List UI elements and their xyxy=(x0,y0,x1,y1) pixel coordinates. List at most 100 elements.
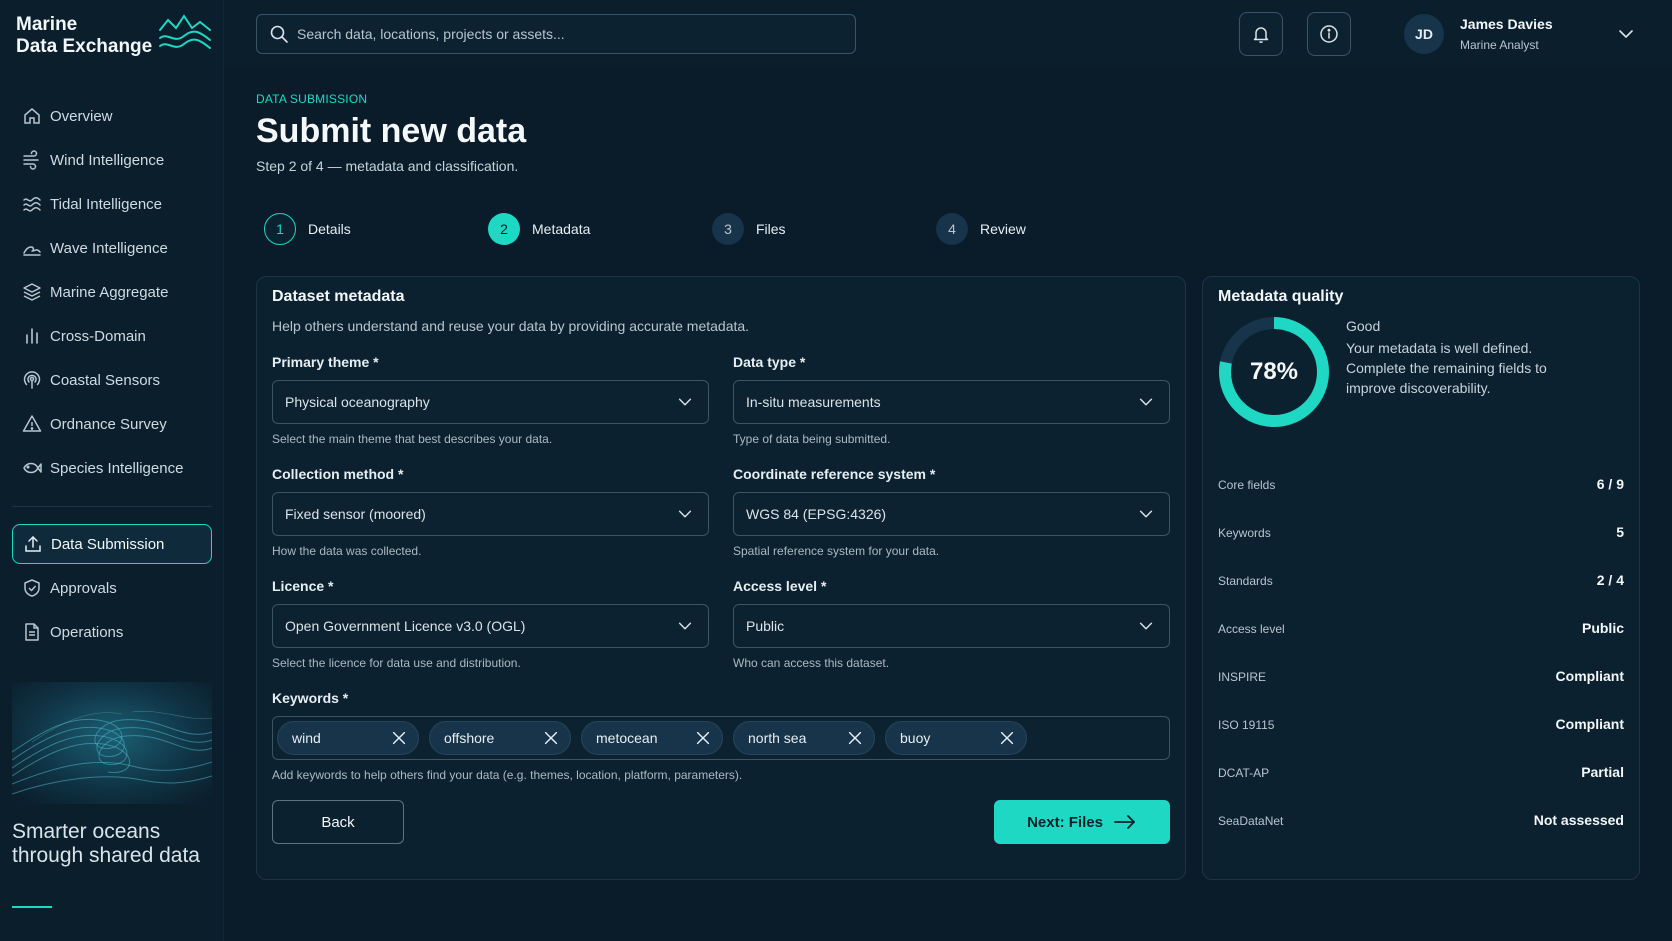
metric-row: DCAT-AP Partial xyxy=(1218,752,1624,800)
next-button[interactable]: Next: Files xyxy=(994,800,1170,844)
select-value: Fixed sensor (moored) xyxy=(285,506,426,522)
data-type-select[interactable]: In-situ measurements xyxy=(733,380,1170,424)
metric-label: Standards xyxy=(1218,574,1273,588)
collection-method-select[interactable]: Fixed sensor (moored) xyxy=(272,492,709,536)
metric-row: ISO 19115 Compliant xyxy=(1218,704,1624,752)
sidebar-item-label: Wave Intelligence xyxy=(50,239,168,257)
ocean-wave-image xyxy=(12,682,212,804)
step-label: Metadata xyxy=(532,221,591,237)
sidebar-item-ordnance-survey[interactable]: Ordnance Survey xyxy=(12,404,212,444)
sidebar-item-overview[interactable]: Overview xyxy=(12,96,212,136)
close-icon[interactable] xyxy=(390,729,408,747)
access-level-help: Who can access this dataset. xyxy=(733,656,890,670)
sidebar-item-label: Operations xyxy=(50,623,124,641)
sidebar: Marine Data Exchange Overview Wind Intel… xyxy=(0,0,224,941)
select-value: In-situ measurements xyxy=(746,394,881,410)
licence-help: Select the licence for data use and dist… xyxy=(272,656,521,670)
close-icon[interactable] xyxy=(542,729,560,747)
sidebar-item-coastal-sensors[interactable]: Coastal Sensors xyxy=(12,360,212,400)
step-label: Details xyxy=(308,221,351,237)
step-number: 2 xyxy=(488,213,520,245)
step-number: 4 xyxy=(936,213,968,245)
sidebar-item-label: Cross-Domain xyxy=(50,327,146,345)
notifications-button[interactable] xyxy=(1239,12,1283,56)
sidebar-item-marine-aggregate[interactable]: Marine Aggregate xyxy=(12,272,212,312)
card-title: Dataset metadata xyxy=(272,288,405,305)
sidebar-item-wave-intelligence[interactable]: Wave Intelligence xyxy=(12,228,212,268)
select-value: Public xyxy=(746,618,785,634)
chevron-down-icon xyxy=(678,398,692,406)
search-bar[interactable] xyxy=(256,14,856,54)
page-title: Submit new data xyxy=(256,112,527,150)
sidebar-item-label: Approvals xyxy=(50,579,117,597)
brand[interactable]: Marine Data Exchange xyxy=(16,14,216,60)
step-metadata[interactable]: 2 Metadata xyxy=(488,212,590,246)
info-button[interactable] xyxy=(1307,12,1351,56)
crs-help: Spatial reference system for your data. xyxy=(733,544,940,558)
avatar[interactable]: JD xyxy=(1404,14,1444,54)
metric-row: Keywords 5 xyxy=(1218,512,1624,560)
access-level-select[interactable]: Public xyxy=(733,604,1170,648)
user-name[interactable]: James Davies xyxy=(1460,16,1553,32)
chevron-down-icon xyxy=(678,622,692,630)
sidebar-tagline: Smarter oceans through shared data xyxy=(12,820,200,867)
upload-icon xyxy=(25,535,41,552)
primary-theme-select[interactable]: Physical oceanography xyxy=(272,380,709,424)
close-icon[interactable] xyxy=(846,729,864,747)
quality-message: Your metadata is well defined. Complete … xyxy=(1346,340,1547,396)
close-icon[interactable] xyxy=(694,729,712,747)
quality-score: 78% xyxy=(1249,358,1299,385)
keywords-label: Keywords * xyxy=(272,690,349,706)
collection-method-help: How the data was collected. xyxy=(272,544,422,558)
sidebar-item-operations[interactable]: Operations xyxy=(12,612,212,652)
sidebar-item-species-intelligence[interactable]: Species Intelligence xyxy=(12,448,212,488)
sidebar-item-label: Marine Aggregate xyxy=(50,283,169,301)
metric-value: Partial xyxy=(1581,764,1624,780)
sidebar-item-cross-domain[interactable]: Cross-Domain xyxy=(12,316,212,356)
crs-select[interactable]: WGS 84 (EPSG:4326) xyxy=(733,492,1170,536)
quality-metrics: Core fields 6 / 9 Keywords 5 Standards 2… xyxy=(1218,464,1624,848)
keywords-input[interactable]: wind offshore metocean north sea buoy xyxy=(272,716,1170,760)
search-input[interactable] xyxy=(297,26,837,42)
back-button[interactable]: Back xyxy=(272,800,404,844)
sidebar-item-label: Data Submission xyxy=(51,535,165,553)
metric-value: 2 / 4 xyxy=(1596,572,1624,588)
metric-row: Core fields 6 / 9 xyxy=(1218,464,1624,512)
sidebar-item-tidal-intelligence[interactable]: Tidal Intelligence xyxy=(12,184,212,224)
quality-title: Metadata quality xyxy=(1218,288,1344,305)
bar-chart-icon xyxy=(26,328,38,344)
step-files[interactable]: 3 Files xyxy=(712,212,786,246)
breadcrumb[interactable]: DATA SUBMISSION xyxy=(256,92,367,106)
metric-label: Keywords xyxy=(1218,526,1271,540)
metric-row: Standards 2 / 4 xyxy=(1218,560,1624,608)
licence-select[interactable]: Open Government Licence v3.0 (OGL) xyxy=(272,604,709,648)
sidebar-item-wind-intelligence[interactable]: Wind Intelligence xyxy=(12,140,212,180)
layers-icon xyxy=(23,283,41,301)
select-value: WGS 84 (EPSG:4326) xyxy=(746,506,887,522)
step-details[interactable]: 1 Details xyxy=(264,212,351,246)
nav-divider xyxy=(12,506,212,507)
secondary-nav: Data Submission Approvals Operations xyxy=(12,524,212,656)
sidebar-item-data-submission[interactable]: Data Submission xyxy=(12,524,212,564)
keywords-help: Add keywords to help others find your da… xyxy=(272,768,743,782)
select-value: Open Government Licence v3.0 (OGL) xyxy=(285,618,526,634)
close-icon[interactable] xyxy=(998,729,1016,747)
chevron-down-icon[interactable] xyxy=(1616,24,1636,44)
chevron-down-icon xyxy=(1139,510,1153,518)
sidebar-item-approvals[interactable]: Approvals xyxy=(12,568,212,608)
sidebar-item-label: Wind Intelligence xyxy=(50,151,165,169)
keyword-text: buoy xyxy=(900,730,931,746)
metric-row: SeaDataNet Not assessed xyxy=(1218,800,1624,848)
keyword-chip: buoy xyxy=(885,721,1027,755)
sidebar-item-label: Ordnance Survey xyxy=(50,415,167,433)
wave-icon xyxy=(23,246,41,256)
metric-row: INSPIRE Compliant xyxy=(1218,656,1624,704)
keyword-chip: metocean xyxy=(581,721,723,755)
card-description: Help others understand and reuse your da… xyxy=(272,318,750,334)
select-value: Physical oceanography xyxy=(285,394,430,410)
next-button-label: Next: Files xyxy=(1027,813,1103,831)
step-label: Files xyxy=(756,221,786,237)
access-level-label: Access level * xyxy=(733,578,827,594)
step-review[interactable]: 4 Review xyxy=(936,212,1026,246)
keyword-chip: offshore xyxy=(429,721,571,755)
